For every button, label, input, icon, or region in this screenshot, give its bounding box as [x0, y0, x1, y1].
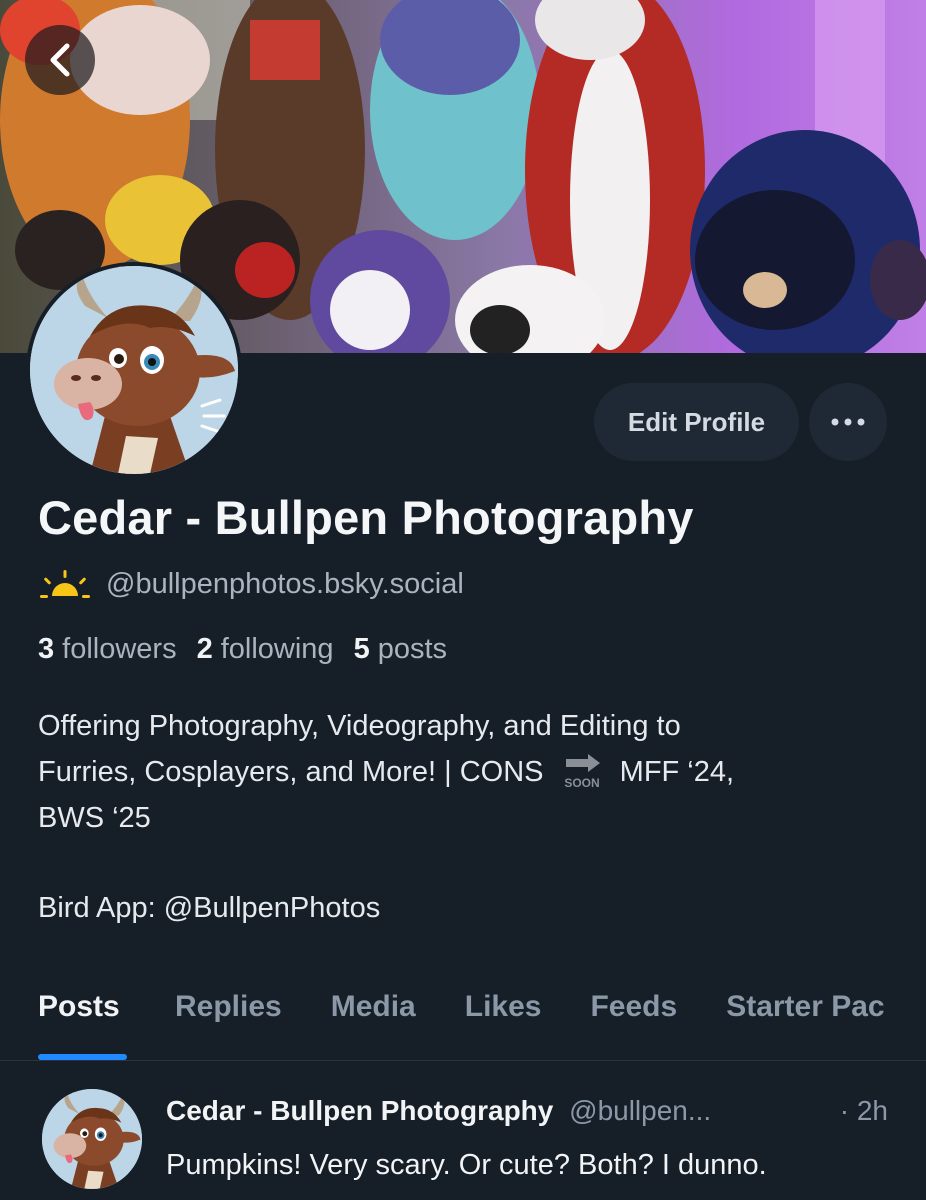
profile-tabs: Posts Replies Media Likes Feeds Starter …	[0, 970, 926, 1061]
ellipsis-icon	[831, 418, 865, 426]
bull-character-icon	[42, 1089, 142, 1189]
posts-stat: 5 posts	[354, 633, 447, 666]
following-link[interactable]: 2 following	[197, 633, 334, 666]
bio-line-3: BWS ‘25	[38, 802, 151, 834]
followers-label: followers	[62, 633, 177, 665]
tab-posts-label: Posts	[38, 990, 120, 1023]
following-label: following	[220, 633, 334, 665]
soon-icon-label: SOON	[564, 776, 599, 790]
posts-count: 5	[353, 633, 370, 665]
feed-post[interactable]: Cedar - Bullpen Photography @bullpen... …	[0, 1061, 926, 1200]
bio-spacer	[38, 841, 898, 885]
avatar-image	[30, 266, 238, 474]
more-options-button[interactable]	[809, 383, 887, 461]
edit-profile-button[interactable]: Edit Profile	[594, 383, 799, 461]
profile-page: Edit Profile Cedar - Bullpen Photography…	[0, 0, 926, 1200]
profile-stats: 3 followers 2 following 5 posts	[38, 633, 467, 666]
tab-likes-label: Likes	[464, 990, 542, 1023]
following-count: 2	[196, 633, 213, 665]
soon-arrow-icon: SOON	[564, 754, 600, 790]
post-header: Cedar - Bullpen Photography @bullpen...	[166, 1095, 711, 1127]
profile-display-name: Cedar - Bullpen Photography	[38, 491, 694, 544]
tab-replies[interactable]: Replies	[175, 970, 282, 1060]
active-tab-indicator	[38, 1054, 127, 1060]
sun-icon	[40, 570, 90, 598]
tab-media-label: Media	[330, 990, 416, 1023]
followers-count: 3	[38, 633, 55, 665]
tab-feeds-label: Feeds	[590, 990, 678, 1023]
profile-avatar[interactable]	[26, 262, 242, 478]
tab-starter-packs[interactable]: Starter Pac	[726, 970, 884, 1060]
bull-character-icon	[30, 266, 238, 474]
back-button[interactable]	[25, 25, 95, 95]
post-avatar[interactable]	[42, 1089, 142, 1189]
post-author-name[interactable]: Cedar - Bullpen Photography	[166, 1095, 553, 1126]
tab-posts[interactable]: Posts	[38, 970, 127, 1060]
tab-replies-label: Replies	[175, 990, 282, 1023]
post-text: Pumpkins! Very scary. Or cute? Both? I d…	[166, 1149, 767, 1181]
tab-media[interactable]: Media	[331, 970, 416, 1060]
bio-line-4[interactable]: Bird App: @BullpenPhotos	[38, 885, 898, 931]
followers-link[interactable]: 3 followers	[38, 633, 177, 666]
bio-line-2: Furries, Cosplayers, and More! | CONS SO…	[38, 749, 898, 795]
profile-handle-row: @bullpenphotos.bsky.social	[38, 564, 464, 604]
post-author-handle[interactable]: @bullpen...	[569, 1095, 711, 1126]
tab-starter-packs-label: Starter Pac	[726, 990, 885, 1023]
post-timestamp[interactable]: · 2h	[840, 1095, 888, 1127]
tab-likes[interactable]: Likes	[465, 970, 542, 1060]
profile-bio: Offering Photography, Videography, and E…	[38, 703, 898, 931]
bio-line-2-start: Furries, Cosplayers, and More! | CONS	[38, 756, 544, 788]
posts-label: posts	[377, 633, 448, 665]
tab-feeds[interactable]: Feeds	[590, 970, 677, 1060]
bio-line-1: Offering Photography, Videography, and E…	[38, 710, 681, 742]
bio-line-2-end: MFF ‘24,	[619, 756, 735, 788]
chevron-left-icon	[50, 43, 70, 77]
profile-handle: @bullpenphotos.bsky.social	[106, 567, 464, 600]
